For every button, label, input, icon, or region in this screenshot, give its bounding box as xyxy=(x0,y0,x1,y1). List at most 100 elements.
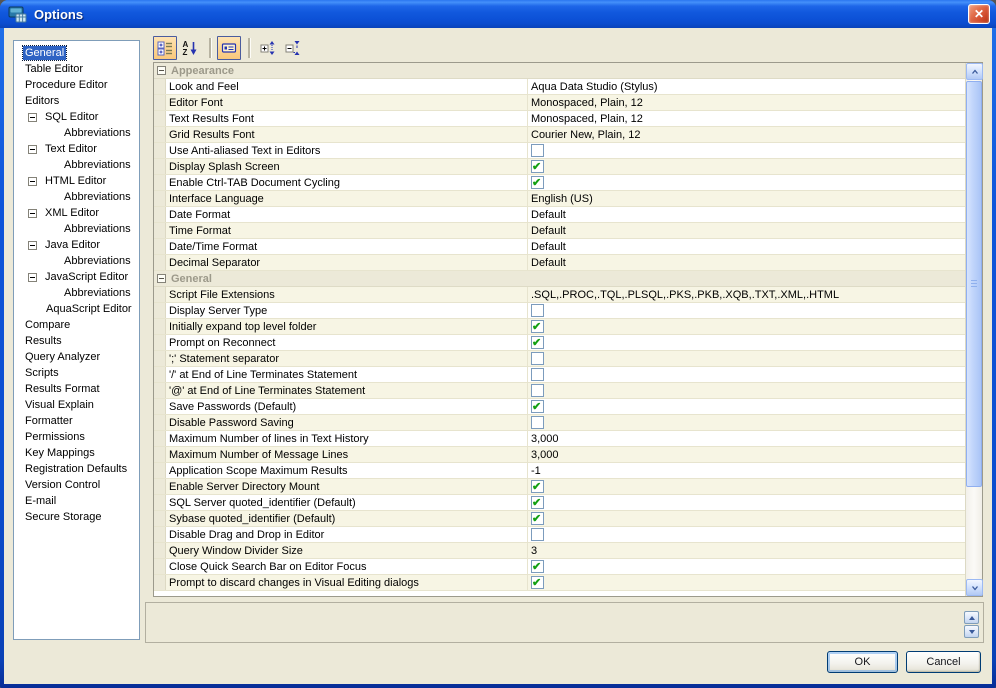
property-value[interactable]: Monospaced, Plain, 12 xyxy=(528,95,965,110)
tree-collapse-toggle-icon[interactable] xyxy=(28,144,37,154)
tree-item-scripts[interactable]: Scripts xyxy=(14,365,139,381)
show-description-button[interactable] xyxy=(217,36,241,60)
property-value[interactable] xyxy=(528,303,965,318)
categorized-view-button[interactable] xyxy=(153,36,177,60)
tree-item-formatter[interactable]: Formatter xyxy=(14,413,139,429)
property-value[interactable]: Default xyxy=(528,207,965,222)
property-row-enable-ctrl-tab-document-cycling[interactable]: Enable Ctrl-TAB Document Cycling xyxy=(154,175,965,191)
alphabetical-sort-button[interactable]: A Z xyxy=(178,36,202,60)
property-row-prompt-to-discard-changes-in-visual-editing-dialogs[interactable]: Prompt to discard changes in Visual Edit… xyxy=(154,575,965,591)
checkbox-checked-icon[interactable] xyxy=(531,512,544,526)
scroll-down-button[interactable] xyxy=(966,579,983,596)
tree-item-compare[interactable]: Compare xyxy=(14,317,139,333)
tree-item-permissions[interactable]: Permissions xyxy=(14,429,139,445)
property-row-initially-expand-top-level-folder[interactable]: Initially expand top level folder xyxy=(154,319,965,335)
checkbox-unchecked-icon[interactable] xyxy=(531,144,544,157)
checkbox-checked-icon[interactable] xyxy=(531,576,544,590)
section-header-general[interactable]: General xyxy=(154,271,965,287)
checkbox-checked-icon[interactable] xyxy=(531,400,544,414)
tree-item-registration-defaults[interactable]: Registration Defaults xyxy=(14,461,139,477)
tree-item-secure-storage[interactable]: Secure Storage xyxy=(14,509,139,525)
tree-item-procedure-editor[interactable]: Procedure Editor xyxy=(14,77,139,93)
section-header-appearance[interactable]: Appearance xyxy=(154,63,965,79)
property-value[interactable] xyxy=(528,159,965,174)
property-value[interactable]: .SQL,.PROC,.TQL,.PLSQL,.PKS,.PKB,.XQB,.T… xyxy=(528,287,965,302)
property-row-display-splash-screen[interactable]: Display Splash Screen xyxy=(154,159,965,175)
property-row-query-window-divider-size[interactable]: Query Window Divider Size 3 xyxy=(154,543,965,559)
checkbox-checked-icon[interactable] xyxy=(531,496,544,510)
property-value[interactable] xyxy=(528,319,965,334)
tree-item-results[interactable]: Results xyxy=(14,333,139,349)
checkbox-unchecked-icon[interactable] xyxy=(531,368,544,381)
checkbox-checked-icon[interactable] xyxy=(531,176,544,190)
scrollbar-thumb[interactable] xyxy=(966,81,982,487)
scroll-up-button[interactable] xyxy=(966,63,983,80)
checkbox-unchecked-icon[interactable] xyxy=(531,384,544,397)
property-value[interactable]: -1 xyxy=(528,463,965,478)
property-row-look-and-feel[interactable]: Look and Feel Aqua Data Studio (Stylus) xyxy=(154,79,965,95)
tree-item-html-editor[interactable]: HTML Editor xyxy=(14,173,139,189)
property-row-date-time-format[interactable]: Date/Time Format Default xyxy=(154,239,965,255)
property-value[interactable] xyxy=(528,175,965,190)
expand-all-button[interactable] xyxy=(256,36,280,60)
tree-item-visual-explain[interactable]: Visual Explain xyxy=(14,397,139,413)
checkbox-checked-icon[interactable] xyxy=(531,320,544,334)
property-row-application-scope-maximum-results[interactable]: Application Scope Maximum Results -1 xyxy=(154,463,965,479)
property-value[interactable] xyxy=(528,383,965,398)
checkbox-checked-icon[interactable] xyxy=(531,480,544,494)
property-row-maximum-number-of-lines-in-text-history[interactable]: Maximum Number of lines in Text History 3… xyxy=(154,431,965,447)
tree-collapse-toggle-icon[interactable] xyxy=(28,112,37,122)
tree-item-query-analyzer[interactable]: Query Analyzer xyxy=(14,349,139,365)
property-value[interactable] xyxy=(528,335,965,350)
titlebar[interactable]: Options ✕ xyxy=(0,0,996,28)
property-row-time-format[interactable]: Time Format Default xyxy=(154,223,965,239)
property-value[interactable]: Courier New, Plain, 12 xyxy=(528,127,965,142)
property-row-maximum-number-of-message-lines[interactable]: Maximum Number of Message Lines 3,000 xyxy=(154,447,965,463)
tree-item-general[interactable]: General xyxy=(14,45,139,61)
property-value[interactable] xyxy=(528,495,965,510)
property-value[interactable] xyxy=(528,415,965,430)
tree-item-abbreviations[interactable]: Abbreviations xyxy=(14,189,139,205)
tree-collapse-toggle-icon[interactable] xyxy=(28,208,37,218)
property-row-date-format[interactable]: Date Format Default xyxy=(154,207,965,223)
property-row-use-anti-aliased-text-in-editors[interactable]: Use Anti-aliased Text in Editors xyxy=(154,143,965,159)
tree-item-abbreviations[interactable]: Abbreviations xyxy=(14,221,139,237)
property-value[interactable]: Monospaced, Plain, 12 xyxy=(528,111,965,126)
checkbox-checked-icon[interactable] xyxy=(531,160,544,174)
property-value[interactable] xyxy=(528,399,965,414)
tree-item-javascript-editor[interactable]: JavaScript Editor xyxy=(14,269,139,285)
property-row-decimal-separator[interactable]: Decimal Separator Default xyxy=(154,255,965,271)
property-value[interactable]: English (US) xyxy=(528,191,965,206)
property-row-display-server-type[interactable]: Display Server Type xyxy=(154,303,965,319)
checkbox-checked-icon[interactable] xyxy=(531,336,544,350)
property-row-grid-results-font[interactable]: Grid Results Font Courier New, Plain, 12 xyxy=(154,127,965,143)
property-row-disable-drag-and-drop-in-editor[interactable]: Disable Drag and Drop in Editor xyxy=(154,527,965,543)
property-value[interactable] xyxy=(528,351,965,366)
property-value[interactable] xyxy=(528,527,965,542)
property-value[interactable] xyxy=(528,575,965,590)
property-row-enable-server-directory-mount[interactable]: Enable Server Directory Mount xyxy=(154,479,965,495)
property-value[interactable]: 3,000 xyxy=(528,431,965,446)
description-scroll-down-button[interactable] xyxy=(964,625,979,638)
tree-item-aquascript-editor[interactable]: AquaScript Editor xyxy=(14,301,139,317)
property-row-interface-language[interactable]: Interface Language English (US) xyxy=(154,191,965,207)
tree-item-e-mail[interactable]: E-mail xyxy=(14,493,139,509)
property-row-script-file-extensions[interactable]: Script File Extensions .SQL,.PROC,.TQL,.P… xyxy=(154,287,965,303)
property-row-text-results-font[interactable]: Text Results Font Monospaced, Plain, 12 xyxy=(154,111,965,127)
property-value[interactable] xyxy=(528,143,965,158)
tree-item-version-control[interactable]: Version Control xyxy=(14,477,139,493)
collapse-all-button[interactable] xyxy=(281,36,305,60)
tree-item-java-editor[interactable]: Java Editor xyxy=(14,237,139,253)
close-button[interactable]: ✕ xyxy=(968,4,990,24)
property-value[interactable]: 3 xyxy=(528,543,965,558)
property-row-prompt-on-reconnect[interactable]: Prompt on Reconnect xyxy=(154,335,965,351)
section-collapse-icon[interactable] xyxy=(157,274,166,283)
tree-item-abbreviations[interactable]: Abbreviations xyxy=(14,125,139,141)
ok-button[interactable]: OK xyxy=(827,651,898,673)
property-value[interactable]: Default xyxy=(528,223,965,238)
checkbox-unchecked-icon[interactable] xyxy=(531,352,544,365)
tree-collapse-toggle-icon[interactable] xyxy=(28,272,37,282)
tree-item-key-mappings[interactable]: Key Mappings xyxy=(14,445,139,461)
vertical-scrollbar[interactable] xyxy=(965,63,983,596)
tree-item-results-format[interactable]: Results Format xyxy=(14,381,139,397)
